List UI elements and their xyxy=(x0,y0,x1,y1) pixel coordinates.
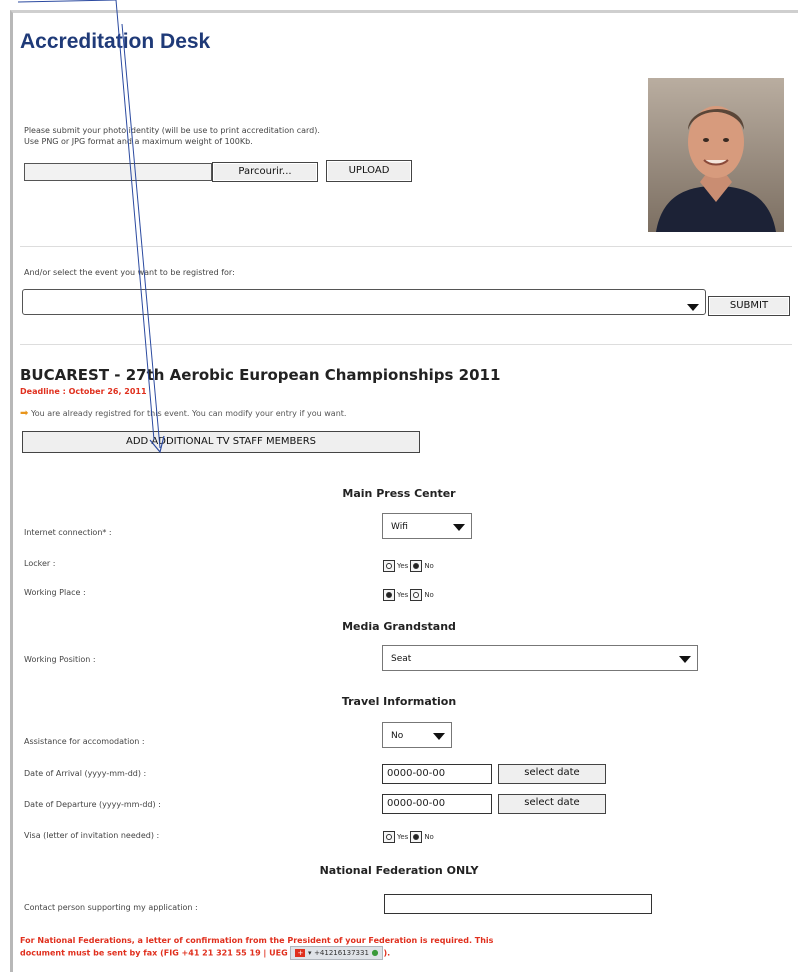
annotation-arrowhead xyxy=(149,435,165,454)
annotation-arrow-overlay xyxy=(17,0,165,454)
annotation-arrow-line-inner xyxy=(121,23,161,449)
annotation-arrow-line-top xyxy=(17,0,117,3)
annotation-arrow-line-left xyxy=(115,0,155,441)
